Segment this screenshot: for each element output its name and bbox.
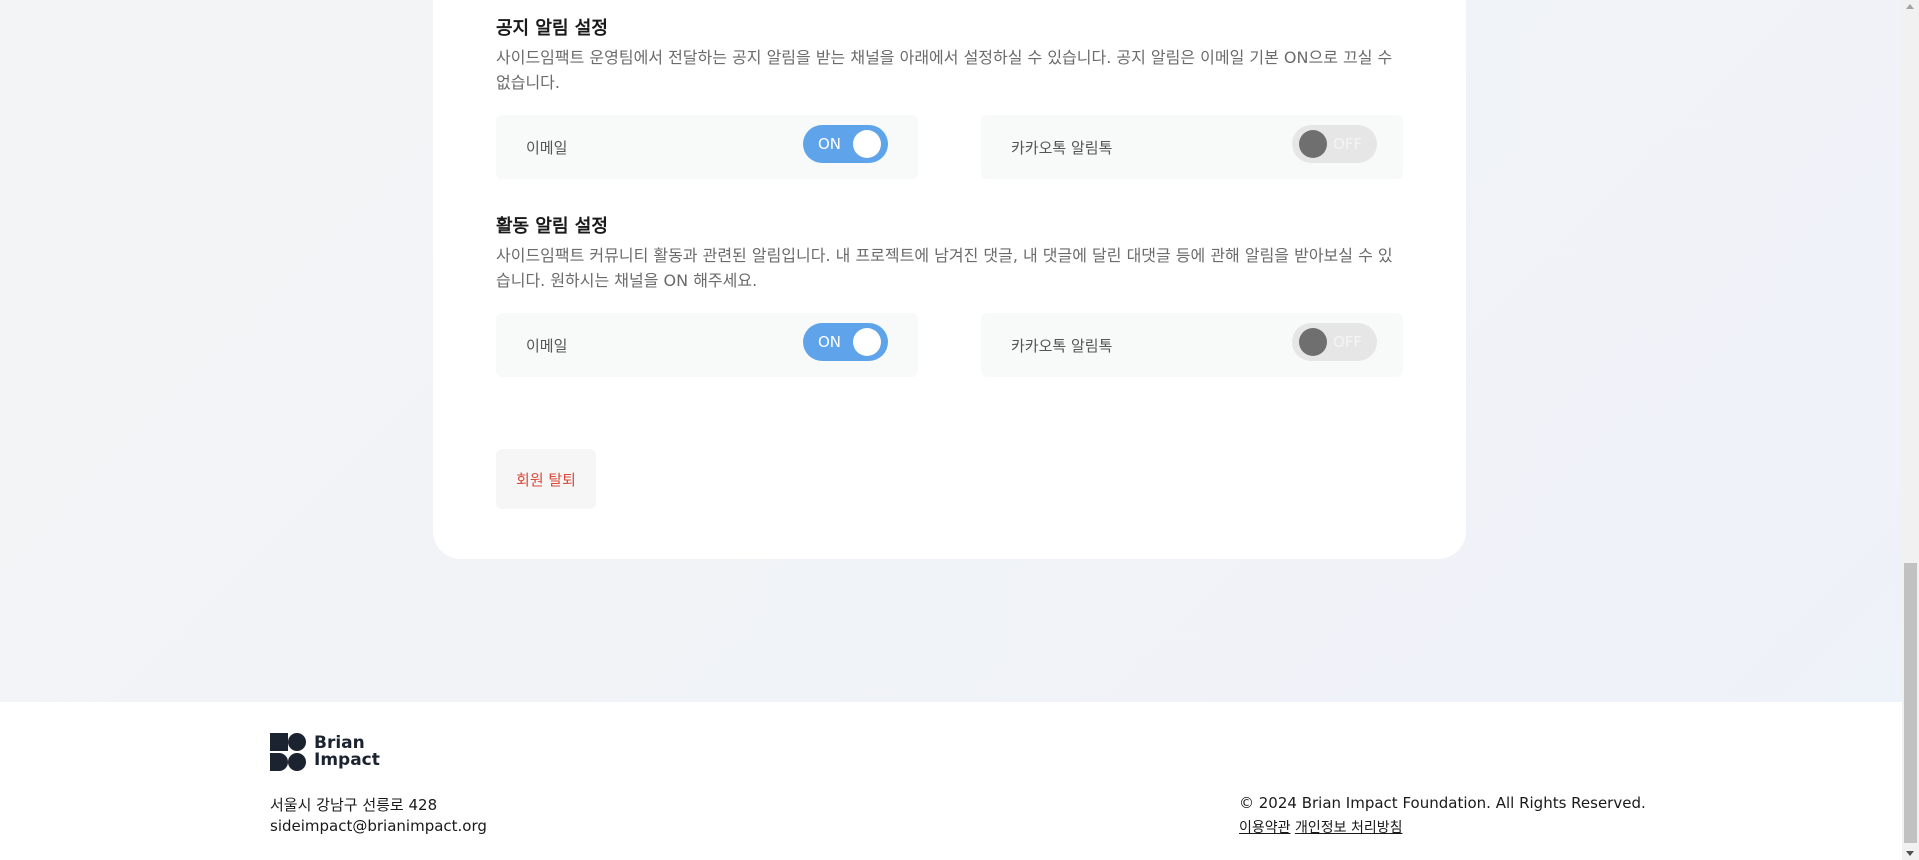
logo-line-2: Impact [314,750,380,770]
toggle-knob [853,130,881,158]
toggle-state-text: ON [818,135,842,153]
notice-kakao-label: 카카오톡 알림톡 [1011,139,1113,157]
brian-impact-logo-icon [270,733,306,771]
toggle-knob [1299,328,1327,356]
scroll-up-arrow-icon[interactable] [1906,4,1914,9]
toggle-knob [853,328,881,356]
logo-wordmark: Brian Impact [314,735,380,769]
toggle-state-text: OFF [1333,333,1363,351]
page: 공지 알림 설정 사이드임팩트 운영팀에서 전달하는 공지 알림을 받는 채널을… [0,0,1902,860]
notice-section-title: 공지 알림 설정 [496,18,608,39]
notice-email-toggle[interactable]: ON [803,125,888,163]
toggle-knob [1299,130,1327,158]
terms-link[interactable]: 이용약관 [1239,820,1291,836]
notice-kakao-option: 카카오톡 알림톡 OFF [981,115,1403,179]
notice-section-description: 사이드임팩트 운영팀에서 전달하는 공지 알림을 받는 채널을 아래에서 설정하… [496,48,1393,92]
footer: Brian Impact 서울시 강남구 선릉로 428 sideimpact@… [0,702,1902,860]
withdraw-membership-button[interactable]: 회원 탈퇴 [496,449,596,509]
vertical-scrollbar[interactable] [1902,0,1919,860]
footer-email: sideimpact@brianimpact.org [270,817,487,835]
activity-section-title: 활동 알림 설정 [496,216,608,237]
footer-links: 이용약관 개인정보 처리방침 [1239,817,1402,837]
footer-address: 서울시 강남구 선릉로 428 [270,796,438,814]
scroll-down-arrow-icon[interactable] [1906,851,1914,856]
privacy-policy-link[interactable]: 개인정보 처리방침 [1295,820,1403,836]
activity-email-option: 이메일 ON [496,313,918,377]
toggle-state-text: ON [818,333,842,351]
notice-email-label: 이메일 [526,139,568,157]
notice-kakao-toggle[interactable]: OFF [1292,125,1377,163]
activity-kakao-label: 카카오톡 알림톡 [1011,337,1113,355]
footer-copyright: © 2024 Brian Impact Foundation. All Righ… [1239,794,1646,812]
brian-impact-logo[interactable]: Brian Impact [270,733,380,771]
activity-email-label: 이메일 [526,337,568,355]
notice-email-option: 이메일 ON [496,115,918,179]
activity-section-description: 사이드임팩트 커뮤니티 활동과 관련된 알림입니다. 내 프로젝트에 남겨진 댓… [496,246,1393,290]
activity-kakao-toggle[interactable]: OFF [1292,323,1377,361]
scrollbar-thumb[interactable] [1904,563,1917,843]
activity-email-toggle[interactable]: ON [803,323,888,361]
activity-kakao-option: 카카오톡 알림톡 OFF [981,313,1403,377]
toggle-state-text: OFF [1333,135,1363,153]
